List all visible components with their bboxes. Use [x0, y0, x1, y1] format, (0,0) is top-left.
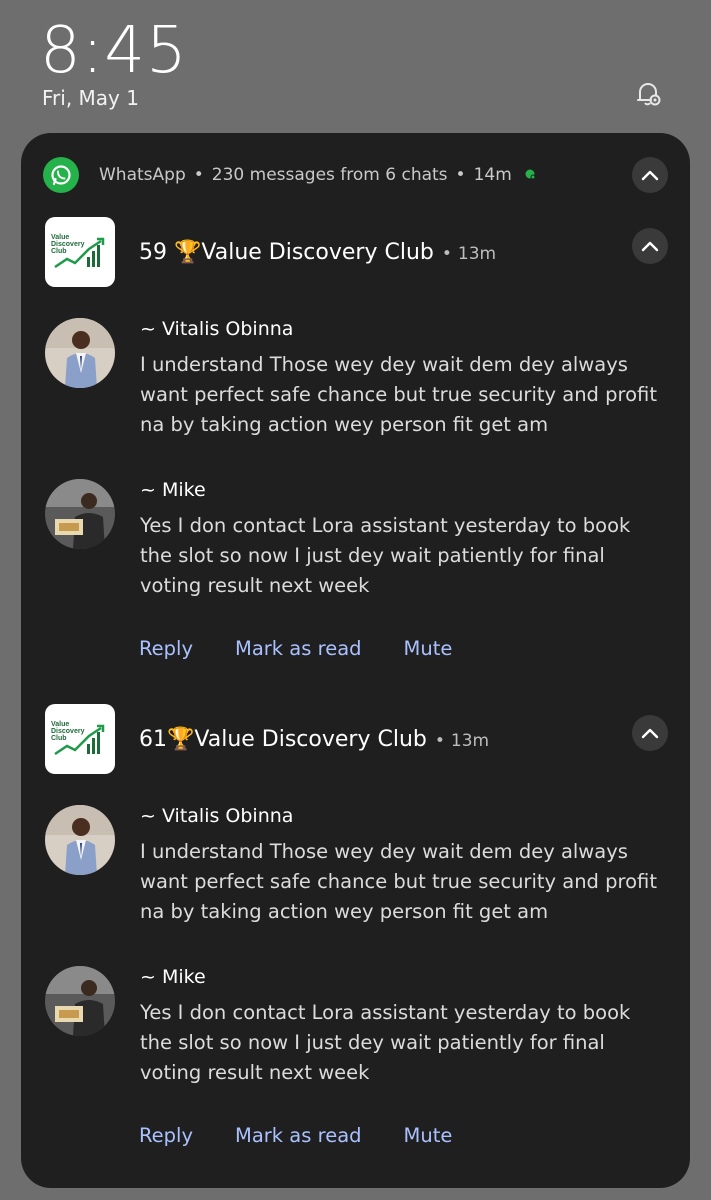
message-sender: ~ Mike — [140, 966, 206, 988]
live-indicator-icon — [525, 169, 536, 180]
message-sender: ~ Mike — [140, 479, 206, 501]
group-header[interactable]: Value Discovery Club 59 🏆Value Discovery… — [45, 217, 668, 287]
message-text: I understand Those wey dey wait dem dey … — [140, 840, 657, 923]
collapse-group-button[interactable] — [632, 715, 668, 751]
message-sender: ~ Vitalis Obinna — [140, 318, 294, 340]
chevron-up-icon — [641, 170, 659, 181]
notification-settings-icon[interactable] — [633, 79, 663, 109]
separator: • — [193, 165, 204, 185]
group-time-separator: • — [441, 243, 452, 264]
chevron-up-icon — [641, 728, 659, 739]
group-avatar: Value Discovery Club — [45, 217, 115, 287]
collapse-app-button[interactable] — [632, 157, 668, 193]
mute-button[interactable]: Mute — [404, 1124, 453, 1147]
message-text: Yes I don contact Lora assistant yesterd… — [140, 514, 631, 597]
chat-group: Value Discovery Club 61🏆Value Discovery … — [21, 704, 690, 1164]
mute-button[interactable]: Mute — [404, 637, 453, 660]
group-header[interactable]: Value Discovery Club 61🏆Value Discovery … — [45, 704, 668, 774]
growth-chart-icon — [54, 237, 105, 269]
avatar — [45, 966, 115, 1036]
chevron-up-icon — [641, 241, 659, 252]
growth-chart-icon — [54, 724, 105, 756]
action-row: Reply Mark as read Mute — [139, 1124, 452, 1147]
message-item[interactable]: ~ Mike Yes I don contact Lora assistant … — [45, 479, 668, 609]
group-name: 59 🏆Value Discovery Club — [139, 239, 434, 265]
collapse-group-button[interactable] — [632, 228, 668, 264]
avatar — [45, 479, 115, 549]
notification-age: 14m — [473, 165, 512, 185]
message-item[interactable]: ~ Vitalis Obinna I understand Those wey … — [45, 318, 668, 448]
group-time: 13m — [450, 730, 490, 751]
notification-summary: 230 messages from 6 chats — [211, 165, 448, 185]
lockscreen-clock: 8:45 — [40, 14, 188, 88]
group-name: 61🏆Value Discovery Club — [139, 726, 427, 752]
message-text: I understand Those wey dey wait dem dey … — [140, 353, 657, 436]
reply-button[interactable]: Reply — [139, 1124, 193, 1147]
message-item[interactable]: ~ Mike Yes I don contact Lora assistant … — [45, 966, 668, 1096]
message-sender: ~ Vitalis Obinna — [140, 805, 294, 827]
app-name: WhatsApp — [99, 165, 186, 185]
separator: • — [455, 165, 466, 185]
mark-as-read-button[interactable]: Mark as read — [235, 637, 362, 660]
group-time-separator: • — [434, 730, 445, 751]
app-meta: WhatsApp • 230 messages from 6 chats • 1… — [99, 165, 538, 185]
app-header[interactable]: WhatsApp • 230 messages from 6 chats • 1… — [43, 157, 668, 193]
group-title-row: 59 🏆Value Discovery Club • 13m — [139, 240, 496, 265]
group-title-row: 61🏆Value Discovery Club • 13m — [139, 727, 489, 752]
mark-as-read-button[interactable]: Mark as read — [235, 1124, 362, 1147]
message-text: Yes I don contact Lora assistant yesterd… — [140, 1001, 631, 1084]
message-item[interactable]: ~ Vitalis Obinna I understand Those wey … — [45, 805, 668, 935]
notification-panel: WhatsApp • 230 messages from 6 chats • 1… — [21, 133, 690, 1188]
lockscreen-date: Fri, May 1 — [42, 86, 139, 110]
reply-button[interactable]: Reply — [139, 637, 193, 660]
group-avatar: Value Discovery Club — [45, 704, 115, 774]
action-row: Reply Mark as read Mute — [139, 637, 452, 660]
avatar — [45, 805, 115, 875]
group-time: 13m — [457, 243, 497, 264]
chat-group: Value Discovery Club 59 🏆Value Discovery… — [21, 217, 690, 677]
whatsapp-icon — [43, 157, 79, 193]
avatar — [45, 318, 115, 388]
